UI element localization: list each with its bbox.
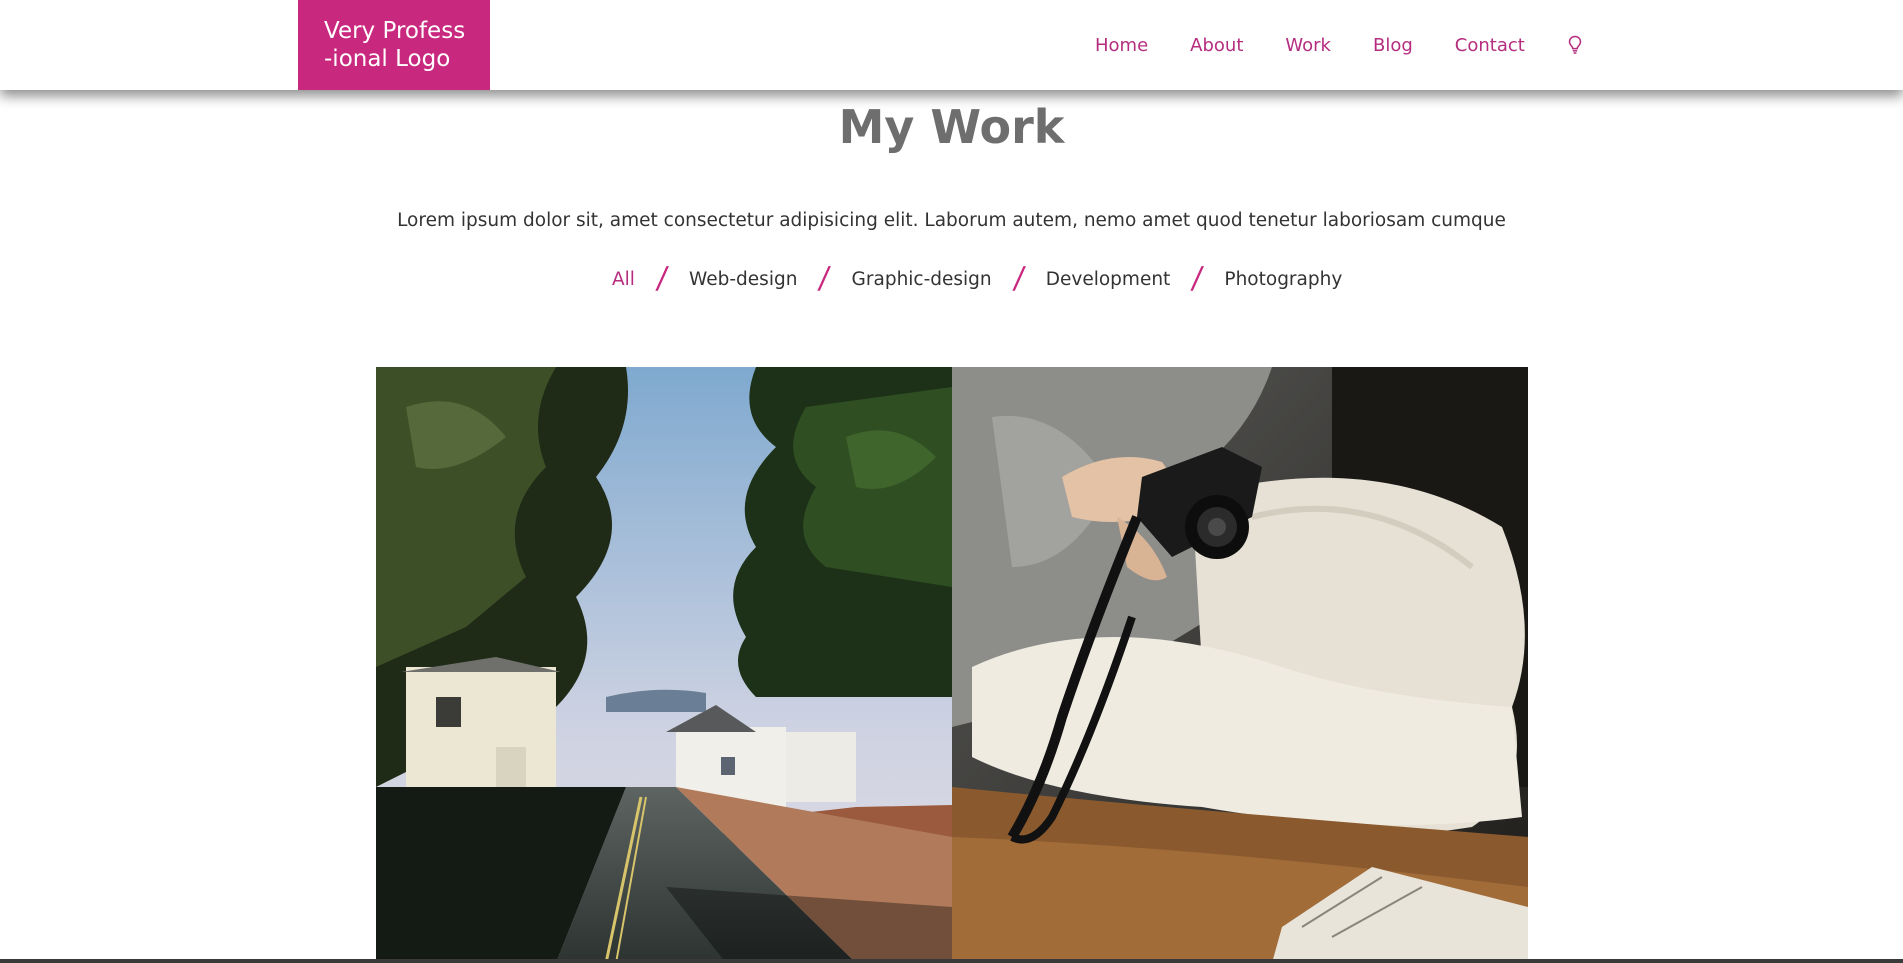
filter-separator: /: [1189, 261, 1205, 296]
page-title: My Work: [838, 100, 1065, 154]
page-subtitle: Lorem ipsum dolor sit, amet consectetur …: [397, 209, 1506, 231]
nav-blog[interactable]: Blog: [1373, 35, 1413, 56]
filter-development[interactable]: Development: [1046, 269, 1171, 290]
filter-separator: /: [817, 261, 833, 296]
nav-contact[interactable]: Contact: [1455, 35, 1525, 56]
nav-about[interactable]: About: [1190, 35, 1243, 56]
logo-line-2: -ional Logo: [324, 46, 451, 72]
filter-photography[interactable]: Photography: [1224, 269, 1342, 290]
logo-line-1: Very Profess: [324, 18, 466, 44]
nav-work[interactable]: Work: [1285, 35, 1331, 56]
lightbulb-icon[interactable]: [1567, 34, 1583, 56]
filter-separator: /: [1011, 261, 1027, 296]
street-photo-image: [376, 367, 952, 963]
site-header: Very Profess -ional Logo Home About Work…: [0, 0, 1903, 90]
work-gallery: [376, 367, 1528, 963]
camera-photo-image: [952, 367, 1528, 963]
filter-separator: /: [654, 261, 670, 296]
page-bottom-divider: [0, 959, 1903, 963]
main-nav: Home About Work Blog Contact: [1095, 0, 1583, 90]
filter-graphic-design[interactable]: Graphic-design: [852, 269, 992, 290]
nav-home[interactable]: Home: [1095, 35, 1148, 56]
logo[interactable]: Very Profess -ional Logo: [298, 0, 490, 90]
gallery-item-street-photo[interactable]: [376, 367, 952, 963]
filter-all[interactable]: All: [612, 269, 635, 290]
work-filter-bar: All / Web-design / Graphic-design / Deve…: [612, 261, 1342, 296]
gallery-item-camera-photo[interactable]: [952, 367, 1528, 963]
filter-web-design[interactable]: Web-design: [689, 269, 797, 290]
